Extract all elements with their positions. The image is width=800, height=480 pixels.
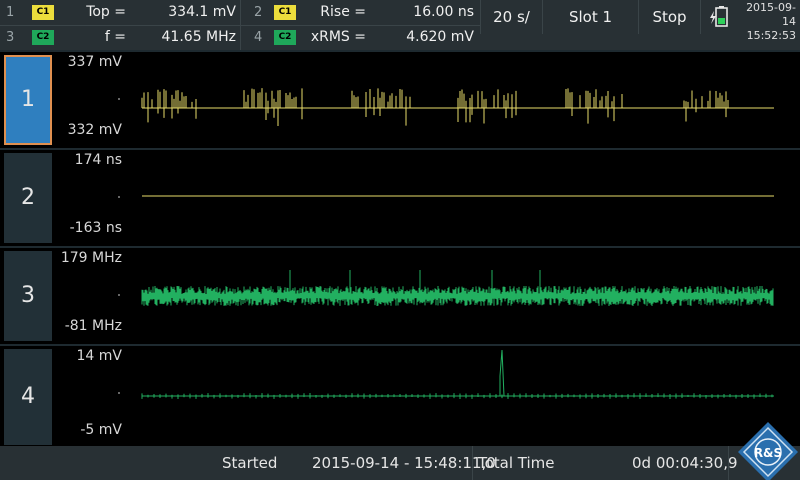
channel-chip: C1 <box>274 5 296 20</box>
column-divider <box>240 0 241 50</box>
trace-line <box>141 270 774 306</box>
trace-line <box>141 349 774 399</box>
trend-panel-3: 3 179 MHz -81 MHz <box>0 246 800 344</box>
trace-line <box>141 88 729 126</box>
y-max-label: 14 mV <box>76 348 122 364</box>
y-max-label: 174 ns <box>74 152 122 168</box>
battery-button[interactable] <box>700 0 738 34</box>
panel-select-button-1[interactable]: 1 <box>4 55 52 145</box>
channel-chip: C2 <box>274 30 296 45</box>
panel-edge <box>776 52 800 148</box>
panel-edge <box>776 248 800 344</box>
zero-marker <box>118 98 120 100</box>
y-min-label: 332 mV <box>67 122 122 138</box>
measurement-name: Rise = <box>320 4 366 20</box>
total-time-label: Total Time <box>478 454 555 472</box>
zero-marker <box>118 392 120 394</box>
status-divider <box>472 446 473 480</box>
started-value: 2015-09-14 - 15:48:11,0 <box>312 454 496 472</box>
trend-plot-3[interactable] <box>140 248 776 344</box>
status-bar: Started 2015-09-14 - 15:48:11,0 Total Ti… <box>0 446 800 480</box>
measurement-2[interactable]: 2 C1 Rise = 16.00 ns <box>240 0 480 25</box>
y-min-label: -81 MHz <box>64 318 122 334</box>
measurement-value: 334.1 mV <box>168 4 236 20</box>
trend-plot-4[interactable] <box>140 346 776 446</box>
date-time-display: 2015-09-14 15:52:53 <box>738 0 800 43</box>
trend-panel-1: 1 337 mV 332 mV <box>0 50 800 148</box>
channel-chip: C1 <box>32 5 54 20</box>
total-time-value: 0d 00:04:30,9 <box>632 454 738 472</box>
slot-button[interactable]: Slot 1 <box>542 0 638 34</box>
measurement-4[interactable]: 4 C2 xRMS = 4.620 mV <box>240 25 480 50</box>
measurement-index: 4 <box>254 30 263 45</box>
measurement-index: 2 <box>254 5 263 20</box>
y-min-label: -163 ns <box>69 220 122 236</box>
measurement-name: xRMS = <box>310 29 366 45</box>
trend-plot-1[interactable] <box>140 52 776 148</box>
measurement-1[interactable]: 1 C1 Top = 334.1 mV <box>0 0 240 25</box>
rs-logo-icon: R&S <box>738 422 798 480</box>
time-text: 15:52:53 <box>746 29 796 42</box>
measurement-3[interactable]: 3 C2 f = 41.65 MHz <box>0 25 240 50</box>
measurement-value: 41.65 MHz <box>161 29 236 45</box>
trend-panel-2: 2 174 ns -163 ns <box>0 148 800 246</box>
y-max-label: 179 MHz <box>60 250 122 266</box>
measurement-value: 16.00 ns <box>413 4 474 20</box>
timebase-button[interactable]: 20 s/ <box>480 0 542 34</box>
measurement-index: 1 <box>6 5 15 20</box>
measurement-bar: 1 C1 Top = 334.1 mV 2 C1 Rise = 16.00 ns… <box>0 0 800 50</box>
trend-plot-2[interactable] <box>140 150 776 246</box>
date-text: 2015-09-14 <box>746 1 796 28</box>
y-max-label: 337 mV <box>67 54 122 70</box>
trend-panel-4: 4 14 mV -5 mV <box>0 344 800 446</box>
measurement-name: f = <box>104 29 126 45</box>
zero-marker <box>118 294 120 296</box>
measurement-value: 4.620 mV <box>406 29 474 45</box>
panel-select-button-2[interactable]: 2 <box>4 153 52 243</box>
run-stop-button[interactable]: Stop <box>638 0 700 34</box>
measurement-index: 3 <box>6 30 15 45</box>
zero-marker <box>118 196 120 198</box>
status-divider <box>728 446 729 480</box>
svg-text:R&S: R&S <box>754 446 782 460</box>
battery-charging-icon <box>709 6 728 27</box>
measurement-name: Top = <box>86 4 126 20</box>
started-label: Started <box>222 454 278 472</box>
panel-select-button-3[interactable]: 3 <box>4 251 52 341</box>
panel-edge <box>776 150 800 246</box>
panel-select-button-4[interactable]: 4 <box>4 349 52 445</box>
channel-chip: C2 <box>32 30 54 45</box>
y-min-label: -5 mV <box>80 422 122 438</box>
